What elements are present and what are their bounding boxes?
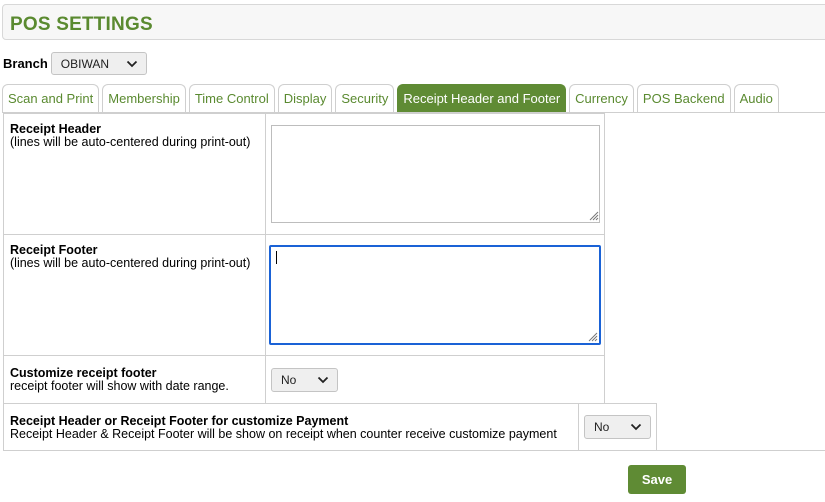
- customize-footer-select-value: No: [281, 372, 297, 387]
- customize-payment-select[interactable]: No: [584, 415, 651, 439]
- receipt-header-textarea[interactable]: [271, 125, 600, 223]
- tab-pos-backend[interactable]: POS Backend: [636, 84, 731, 112]
- receipt-settings-table: Receipt Header (lines will be auto-cente…: [3, 113, 605, 404]
- customize-payment-row: Receipt Header or Receipt Footer for cus…: [3, 403, 657, 451]
- customize-payment-desc: Receipt Header & Receipt Footer will be …: [10, 427, 557, 441]
- chevron-down-icon: [126, 60, 137, 67]
- resize-grip-icon[interactable]: [587, 331, 598, 342]
- chevron-down-icon: [317, 376, 329, 383]
- save-button[interactable]: Save: [628, 465, 686, 494]
- form-bottom-divider: [3, 450, 825, 451]
- tab-receipt-header-and-footer[interactable]: Receipt Header and Footer: [397, 84, 567, 112]
- customize-footer-row: Customize receipt footer receipt footer …: [3, 355, 605, 404]
- customize-footer-desc: receipt footer will show with date range…: [10, 379, 229, 393]
- tab-scan-and-print[interactable]: Scan and Print: [2, 84, 100, 112]
- tab-security[interactable]: Security: [335, 84, 395, 112]
- tab-time-control[interactable]: Time Control: [188, 84, 275, 112]
- customize-footer-select[interactable]: No: [271, 367, 338, 392]
- payment-settings-table: Receipt Header or Receipt Footer for cus…: [3, 403, 657, 451]
- customize-payment-select-value: No: [594, 420, 610, 434]
- text-cursor: [276, 251, 277, 264]
- receipt-footer-textarea[interactable]: [269, 245, 601, 345]
- receipt-footer-desc: (lines will be auto-centered during prin…: [10, 256, 251, 270]
- receipt-header-row: Receipt Header (lines will be auto-cente…: [3, 113, 605, 235]
- settings-tabs: Scan and Print Membership Time Control D…: [2, 84, 782, 112]
- branch-label: Branch: [3, 56, 48, 71]
- branch-select[interactable]: OBIWAN: [50, 52, 147, 75]
- branch-row: Branch OBIWAN: [3, 52, 147, 75]
- tab-audio[interactable]: Audio: [733, 84, 779, 112]
- receipt-footer-row: Receipt Footer (lines will be auto-cente…: [3, 234, 605, 356]
- tab-display[interactable]: Display: [277, 84, 333, 112]
- branch-select-value: OBIWAN: [60, 56, 110, 71]
- tab-currency[interactable]: Currency: [569, 84, 634, 112]
- page-title: POS SETTINGS: [10, 14, 153, 35]
- header-bar: POS SETTINGS: [2, 4, 825, 40]
- receipt-header-desc: (lines will be auto-centered during prin…: [10, 135, 251, 149]
- chevron-down-icon: [630, 423, 642, 431]
- resize-grip-icon[interactable]: [588, 210, 599, 221]
- tab-membership[interactable]: Membership: [102, 84, 186, 112]
